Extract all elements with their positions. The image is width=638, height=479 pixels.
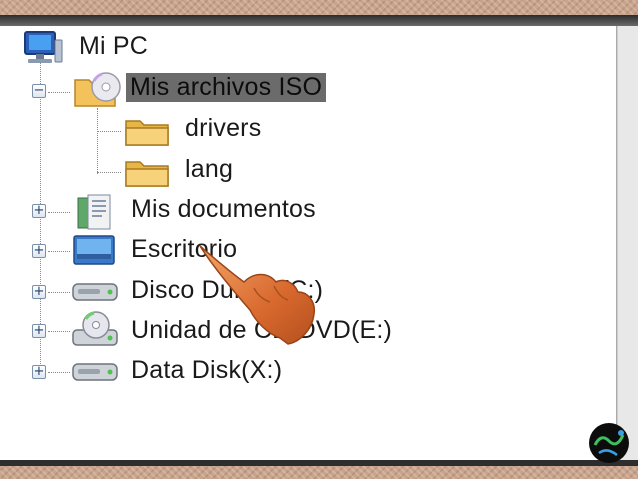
tree-line bbox=[97, 172, 121, 173]
computer-icon bbox=[24, 31, 63, 63]
hard-drive-icon bbox=[72, 363, 118, 381]
expand-toggle[interactable]: + bbox=[32, 285, 46, 299]
tree-item-label: Mis archivos ISO bbox=[126, 73, 327, 102]
tree-line bbox=[48, 292, 70, 293]
collapse-toggle[interactable]: − bbox=[32, 84, 46, 98]
tree-line bbox=[97, 131, 121, 132]
tree-line bbox=[48, 331, 70, 332]
expand-toggle[interactable]: + bbox=[32, 204, 46, 218]
folder-icon bbox=[125, 120, 169, 146]
vertical-scrollbar[interactable] bbox=[617, 26, 638, 460]
window-bottom-edge bbox=[0, 460, 638, 466]
tree-item-label: drivers bbox=[185, 114, 262, 142]
tree-item-label: Data Disk(X:) bbox=[131, 356, 283, 384]
iso-folder-icon bbox=[74, 72, 121, 107]
window-top-bar bbox=[0, 15, 638, 26]
tree-item-label: lang bbox=[185, 155, 234, 183]
tree-item-label: Mis documentos bbox=[131, 195, 316, 223]
cd-drive-icon bbox=[72, 311, 118, 346]
tree-line bbox=[48, 212, 70, 213]
hard-drive-icon bbox=[72, 283, 118, 301]
tree-line bbox=[48, 92, 70, 93]
desktop-icon bbox=[73, 235, 115, 265]
documents-icon bbox=[77, 194, 111, 230]
watermark-logo bbox=[589, 423, 629, 463]
pointing-hand-icon bbox=[199, 245, 316, 345]
tree-line bbox=[97, 108, 98, 174]
tree-line bbox=[48, 372, 70, 373]
tree-line bbox=[48, 251, 70, 252]
expand-toggle[interactable]: + bbox=[32, 324, 46, 338]
folder-icon bbox=[125, 161, 169, 187]
expand-toggle[interactable]: + bbox=[32, 365, 46, 379]
tree-item-label: Mi PC bbox=[79, 32, 149, 60]
expand-toggle[interactable]: + bbox=[32, 244, 46, 258]
